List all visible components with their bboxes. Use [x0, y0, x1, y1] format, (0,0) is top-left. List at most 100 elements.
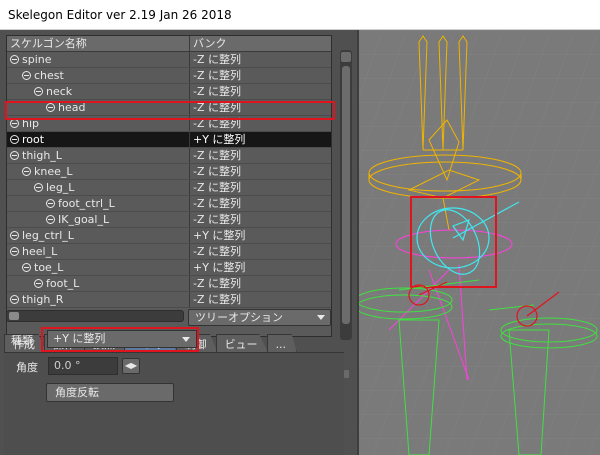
tree-row[interactable]: head -Z に整列 [7, 100, 331, 116]
collapse-icon[interactable] [46, 103, 55, 112]
bank-cell: -Z に整列 [193, 149, 242, 162]
collapse-icon[interactable] [10, 55, 19, 64]
skelegon-name-cell: toe_L [7, 260, 190, 275]
skelegon-name: thigh_R [22, 292, 64, 306]
3d-viewport[interactable] [357, 30, 600, 455]
skeleton-render [359, 30, 600, 455]
reverse-angle-button[interactable]: 角度反転 [46, 383, 174, 402]
skelegon-name-cell: knee_L [7, 164, 190, 179]
scrollbar-thumb[interactable] [9, 312, 19, 320]
skelegon-name: head [58, 100, 86, 114]
tree-row[interactable]: foot_ctrl_L -Z に整列 [7, 196, 331, 212]
bank-cell: -Z に整列 [193, 53, 242, 66]
angle-label: 角度 [16, 361, 38, 374]
tree-row[interactable]: knee_L -Z に整列 [7, 164, 331, 180]
tree-row[interactable]: neck -Z に整列 [7, 84, 331, 100]
scroll-up-button[interactable] [341, 52, 351, 62]
collapse-icon[interactable] [10, 295, 19, 304]
bank-cell: +Y に整列 [193, 229, 246, 242]
collapse-icon[interactable] [34, 279, 43, 288]
skelegon-name: foot_ctrl_L [58, 196, 115, 210]
skelegon-name: knee_L [34, 164, 73, 178]
collapse-icon[interactable] [10, 151, 19, 160]
bank-cell: -Z に整列 [193, 277, 242, 290]
tree-row[interactable]: thigh_R -Z に整列 [7, 292, 331, 308]
tree-rows: spine -Z に整列 chest -Z に整列 neck -Z に整列 head -Z に… [7, 52, 331, 308]
skelegon-name-cell: hip [7, 116, 190, 131]
bank-cell: +Y に整列 [193, 133, 246, 146]
bank-cell: -Z に整列 [193, 181, 242, 194]
skelegon-name-cell: heel_L [7, 244, 190, 259]
bank-cell: +Y に整列 [193, 261, 246, 274]
tree-row[interactable]: thigh_L -Z に整列 [7, 148, 331, 164]
collapse-icon[interactable] [10, 119, 19, 128]
skelegon-name: leg_ctrl_L [22, 228, 74, 242]
tree-option-label: ツリーオプション [195, 311, 283, 324]
chevron-down-icon [182, 337, 190, 342]
tree-row[interactable]: leg_L -Z に整列 [7, 180, 331, 196]
skelegon-name-cell: head [7, 100, 190, 115]
skelegon-name-cell: IK_goal_L [7, 212, 190, 227]
skelegon-name-cell: chest [7, 68, 190, 83]
skelegon-name: root [22, 132, 45, 146]
skelegon-name-cell: foot_ctrl_L [7, 196, 190, 211]
collapse-icon[interactable] [22, 167, 31, 176]
tab-6[interactable]: ... [266, 334, 298, 353]
collapse-icon[interactable] [22, 263, 31, 272]
bank-cell: -Z に整列 [193, 69, 242, 82]
tree-row[interactable]: leg_ctrl_L +Y に整列 [7, 228, 331, 244]
skelegon-name: IK_goal_L [58, 212, 110, 226]
tree-horizontal-scrollbar[interactable] [6, 310, 184, 322]
skelegon-name: spine [22, 52, 52, 66]
tree-vertical-scrollbar[interactable] [340, 50, 352, 340]
tree-row[interactable]: heel_L -Z に整列 [7, 244, 331, 260]
column-header-bank[interactable]: バンク [190, 36, 331, 51]
collapse-icon[interactable] [22, 71, 31, 80]
angle-stepper[interactable]: ◀▶ [122, 358, 140, 374]
skelegon-name: hip [22, 116, 40, 130]
tab-5[interactable]: ビュー [215, 334, 269, 353]
bank-cell: -Z に整列 [193, 293, 242, 306]
skelegon-name-cell: spine [7, 52, 190, 67]
chevron-down-icon [317, 315, 325, 320]
panel-splitter-handle[interactable] [344, 370, 349, 378]
tree-row[interactable]: root +Y に整列 [7, 132, 331, 148]
tree-option-dropdown[interactable]: ツリーオプション [188, 309, 331, 326]
collapse-icon[interactable] [46, 215, 55, 224]
collapse-icon[interactable] [10, 231, 19, 240]
skelegon-name-cell: leg_ctrl_L [7, 228, 190, 243]
tree-row[interactable]: foot_L -Z に整列 [7, 276, 331, 292]
bank-type-select[interactable]: +Y に整列 [47, 330, 197, 348]
scrollbar-thumb[interactable] [342, 66, 350, 324]
skelegon-name: heel_L [22, 244, 58, 258]
tree-row[interactable]: chest -Z に整列 [7, 68, 331, 84]
skelegon-name: neck [46, 84, 73, 98]
collapse-icon[interactable] [34, 183, 43, 192]
skelegon-name: chest [34, 68, 64, 82]
skelegon-name-cell: neck [7, 84, 190, 99]
tree-row[interactable]: spine -Z に整列 [7, 52, 331, 68]
skelegon-name-cell: thigh_R [7, 292, 190, 307]
bank-cell: -Z に整列 [193, 85, 242, 98]
collapse-icon[interactable] [10, 135, 19, 144]
skelegon-name-cell: root [7, 132, 190, 147]
tree-row[interactable]: hip -Z に整列 [7, 116, 331, 132]
bank-cell: -Z に整列 [193, 197, 242, 210]
tree-row[interactable]: IK_goal_L -Z に整列 [7, 212, 331, 228]
column-header-name[interactable]: スケルゴン名称 [7, 36, 190, 51]
type-label: 種類 [11, 334, 33, 347]
skelegon-name: foot_L [46, 276, 80, 290]
angle-input[interactable]: 0.0 ° [48, 357, 118, 375]
bank-cell: -Z に整列 [193, 117, 242, 130]
skelegon-name: thigh_L [22, 148, 62, 162]
skelegon-name-cell: thigh_L [7, 148, 190, 163]
bank-cell: -Z に整列 [193, 101, 242, 114]
bank-cell: -Z に整列 [193, 165, 242, 178]
tree-row[interactable]: toe_L +Y に整列 [7, 260, 331, 276]
window-title: Skelegon Editor ver 2.19 Jan 26 2018 [0, 0, 600, 30]
collapse-icon[interactable] [46, 199, 55, 208]
collapse-icon[interactable] [10, 247, 19, 256]
collapse-icon[interactable] [34, 87, 43, 96]
skelegon-name-cell: foot_L [7, 276, 190, 291]
skelegon-tree[interactable]: スケルゴン名称 バンク spine -Z に整列 chest -Z に整列 neck -Z… [6, 35, 332, 337]
